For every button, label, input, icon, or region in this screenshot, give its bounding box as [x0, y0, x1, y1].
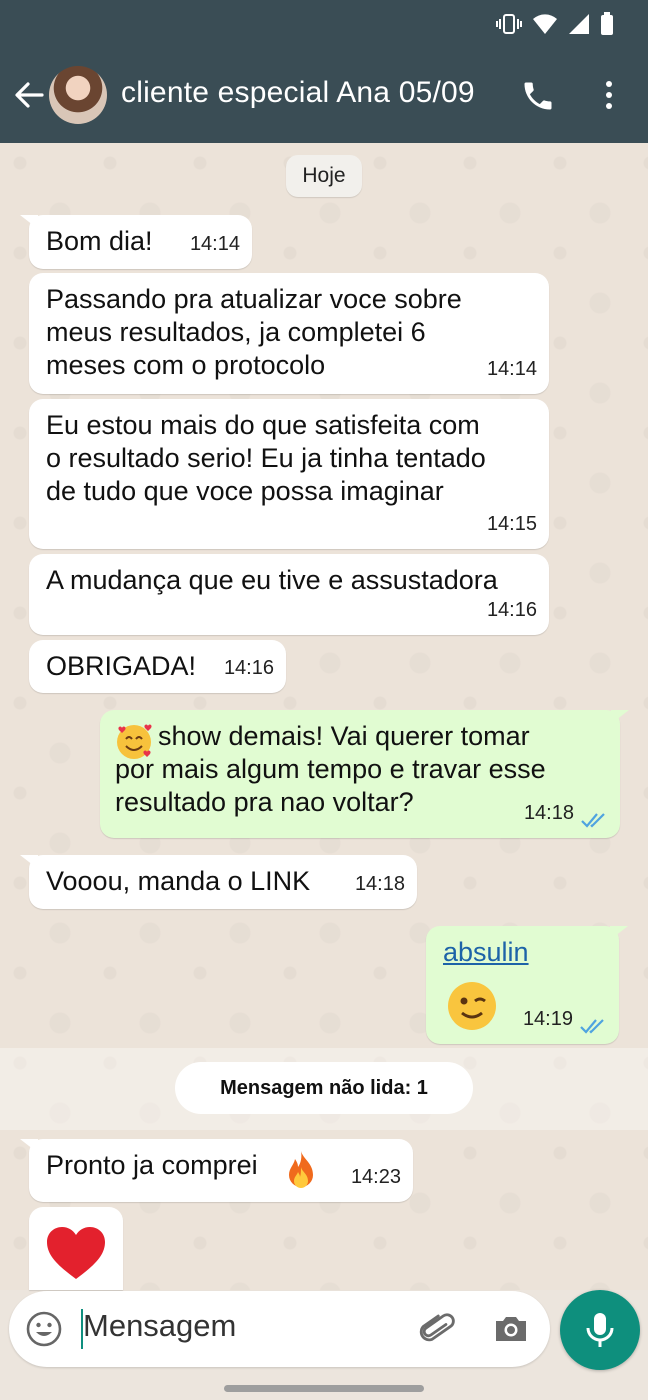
message-time: 14:18 — [523, 802, 574, 824]
message-time: 14:19 — [522, 1008, 573, 1030]
battery-icon — [601, 12, 613, 35]
red-heart-icon — [47, 1227, 105, 1279]
message-composer[interactable]: Mensagem — [9, 1291, 550, 1367]
more-options-button[interactable] — [592, 78, 626, 112]
status-bar — [496, 12, 614, 36]
message-text: Pronto ja comprei — [46, 1150, 258, 1180]
bubble-tail — [611, 710, 629, 724]
message-input[interactable]: Mensagem — [83, 1308, 236, 1344]
incoming-message[interactable]: Pronto ja comprei 14:23 — [20, 1139, 413, 1202]
voice-message-button[interactable] — [560, 1290, 640, 1370]
incoming-message[interactable]: Eu estou mais do que satisfeita com o re… — [29, 399, 549, 549]
emoji-icon — [26, 1311, 62, 1347]
date-separator: Hoje — [286, 155, 362, 197]
avatar[interactable] — [49, 66, 107, 124]
incoming-message[interactable]: OBRIGADA! 14:16 — [29, 640, 286, 693]
message-time: 14:18 — [354, 873, 405, 895]
message-time: 14:15 — [486, 513, 537, 535]
microphone-icon — [586, 1313, 614, 1347]
message-time: 14:14 — [189, 233, 240, 255]
message-text: Eu estou mais do que satisfeita com o re… — [46, 410, 486, 506]
message-time: 14:16 — [486, 599, 537, 621]
camera-button[interactable] — [491, 1309, 531, 1349]
unread-count-label: Mensagem não lida: 1 — [175, 1062, 473, 1114]
message-text: Vooou, manda o LINK — [46, 866, 311, 896]
message-text: Bom dia! — [46, 226, 153, 256]
incoming-message[interactable]: Passando pra atualizar voce sobre meus r… — [29, 273, 549, 394]
call-button[interactable] — [520, 78, 556, 114]
message-link[interactable]: absulin — [443, 936, 603, 969]
double-check-read-icon — [581, 813, 605, 828]
message-text: A mudança que eu tive e assustadora — [46, 565, 498, 595]
paperclip-icon — [419, 1313, 455, 1342]
chat-header: cliente especial Ana 05/09 — [0, 0, 648, 143]
vibrate-icon — [496, 14, 522, 34]
incoming-message[interactable]: Vooou, manda o LINK 14:18 — [20, 855, 417, 909]
message-text: OBRIGADA! — [46, 651, 197, 681]
back-button[interactable] — [12, 78, 46, 112]
smiling-face-with-hearts-icon — [117, 724, 152, 759]
wifi-icon — [533, 14, 557, 34]
contact-name[interactable]: cliente especial Ana 05/09 — [121, 76, 475, 110]
bubble-tail — [20, 855, 38, 869]
message-time: 14:16 — [223, 657, 274, 679]
message-time: 14:14 — [486, 358, 537, 380]
emoji-button[interactable] — [25, 1310, 63, 1348]
signal-icon — [569, 14, 589, 34]
camera-icon — [496, 1317, 526, 1341]
outgoing-message[interactable]: show demais! Vai querer tomar por mais a… — [100, 710, 629, 838]
attach-button[interactable] — [417, 1309, 457, 1349]
phone-icon — [524, 82, 552, 110]
outgoing-message[interactable]: absulin 14:19 — [426, 926, 628, 1044]
bubble-tail — [20, 215, 38, 229]
bubble-tail — [20, 1139, 38, 1153]
incoming-message[interactable] — [29, 1207, 123, 1290]
winking-face-icon — [448, 982, 496, 1030]
home-indicator[interactable] — [224, 1385, 424, 1392]
more-vertical-icon — [606, 81, 612, 109]
incoming-message[interactable]: Bom dia! 14:14 — [20, 215, 252, 269]
message-time: 14:23 — [350, 1166, 401, 1188]
incoming-message[interactable]: A mudança que eu tive e assustadora 14:1… — [29, 554, 549, 635]
message-text: Passando pra atualizar voce sobre meus r… — [46, 284, 462, 380]
arrow-left-icon — [15, 82, 44, 108]
double-check-read-icon — [580, 1019, 604, 1034]
bubble-tail — [610, 926, 628, 940]
fire-icon — [289, 1151, 313, 1188]
